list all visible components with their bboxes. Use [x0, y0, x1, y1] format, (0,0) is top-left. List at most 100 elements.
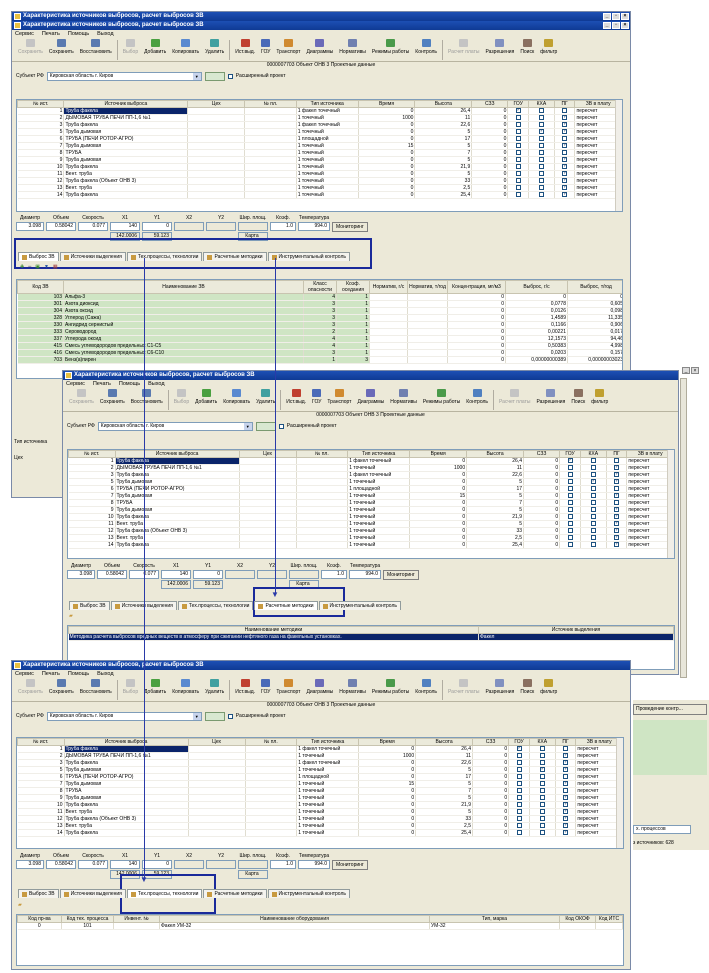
tab-0[interactable]: Выброс ЗВ: [18, 889, 59, 898]
table-row[interactable]: 9Труба дымовая1 точечный050пересчет: [17, 794, 623, 802]
table-row[interactable]: 6 ТРУБА (ПЕЧИ РОТОР-АГРО) 1 площадной 0 17 0 п…: [17, 135, 622, 143]
toolbar-button[interactable]: Расчет платы: [445, 38, 482, 56]
gou-checkbox[interactable]: [567, 486, 573, 492]
param-input[interactable]: 994.0: [349, 570, 381, 579]
param-input[interactable]: [174, 860, 204, 869]
kha-checkbox[interactable]: [539, 760, 545, 766]
param-input[interactable]: 140: [110, 860, 140, 869]
kha-checkbox[interactable]: [538, 150, 544, 156]
pg-checkbox[interactable]: [563, 760, 568, 766]
toolbar-button[interactable]: Сохранить: [46, 38, 77, 56]
param-input[interactable]: 0: [142, 222, 172, 231]
gou-checkbox[interactable]: [516, 767, 522, 773]
table-row[interactable]: 1Труба факела1 факел точечный026,40перес…: [17, 745, 623, 753]
table-row[interactable]: 12 Труба факела (Объект ОНВ 3) 1 точечный 0…: [17, 177, 622, 185]
toolbar-button[interactable]: Режимы работы: [369, 38, 412, 56]
restore-button[interactable]: ▫: [612, 13, 620, 20]
pg-checkbox[interactable]: [562, 129, 567, 135]
kha-checkbox[interactable]: [590, 458, 596, 464]
kha-checkbox[interactable]: [590, 535, 596, 541]
param-input[interactable]: [206, 222, 236, 231]
toolbar-button[interactable]: ГОУ: [258, 38, 273, 56]
table-row[interactable]: 304 Азота оксид 3 1 0 0,0126 0,098: [17, 307, 622, 315]
menu-help[interactable]: Помощь: [119, 380, 140, 388]
table-row[interactable]: 301 Азота диоксид 3 1 0 0,0778 0,605: [17, 300, 622, 308]
gou-checkbox[interactable]: [515, 136, 521, 142]
kha-checkbox[interactable]: [539, 802, 545, 808]
toolbar-button[interactable]: Восстановить: [77, 38, 115, 56]
gou-checkbox[interactable]: [515, 143, 521, 149]
param-input[interactable]: 1.0: [270, 222, 296, 231]
toolbar-button[interactable]: Добавить: [141, 678, 169, 696]
gou-checkbox[interactable]: [516, 788, 522, 794]
kha-checkbox[interactable]: [590, 479, 596, 485]
gou-checkbox[interactable]: [567, 514, 573, 520]
gou-checkbox[interactable]: [515, 192, 521, 198]
extended-project-checkbox[interactable]: [278, 423, 284, 429]
table-row[interactable]: 13Вент. труба1 точечный02,50пересчет: [68, 534, 674, 542]
menu-exit[interactable]: Выход: [97, 670, 113, 678]
kha-checkbox[interactable]: [590, 542, 596, 548]
table-row[interactable]: 12 Труба факела (Объект ОНВ 3) 1 точечный 0…: [68, 527, 674, 535]
table-row[interactable]: 337 Углерода оксид 4 1 0 12,1573 94,46: [17, 335, 622, 343]
table-row[interactable]: 3Труба факела1 факел точечный022,60перес…: [68, 471, 674, 479]
toolbar-button[interactable]: Расчет платы: [496, 388, 533, 406]
toolbar-button[interactable]: Режимы работы: [420, 388, 463, 406]
pg-checkbox[interactable]: [562, 192, 567, 198]
gou-checkbox[interactable]: [567, 500, 573, 506]
kha-checkbox[interactable]: [590, 493, 596, 499]
kha-checkbox[interactable]: [539, 781, 545, 787]
gou-checkbox[interactable]: [516, 746, 522, 752]
save-row-icon[interactable]: ▣: [35, 264, 40, 270]
toolbar-button[interactable]: Сохранить: [15, 678, 46, 696]
gou-checkbox[interactable]: [567, 507, 573, 513]
add-row-icon[interactable]: ✚: [20, 264, 24, 270]
kha-checkbox[interactable]: [590, 528, 596, 534]
folder-icon[interactable]: ▰: [18, 902, 22, 908]
toolbar-button[interactable]: Транспорт: [273, 678, 303, 696]
gou-checkbox[interactable]: [516, 781, 522, 787]
down-icon[interactable]: ▼: [44, 264, 49, 270]
toolbar-button[interactable]: Нормативы: [387, 388, 420, 406]
table-row[interactable]: 8 ТРУБА 1 точечный 0 7 0 пересчет: [17, 149, 622, 157]
gou-checkbox[interactable]: [567, 535, 573, 541]
table-row[interactable]: 703 Бенз(а)пирен 1 3 0 0,00000000389 0,0000000…: [17, 356, 622, 364]
close-button[interactable]: ×: [691, 367, 699, 374]
gou-checkbox[interactable]: [516, 753, 522, 759]
toolbar-button[interactable]: Добавить: [141, 38, 169, 56]
pg-checkbox[interactable]: [614, 472, 619, 478]
close-button[interactable]: ×: [621, 22, 629, 29]
process-select[interactable]: х. процессов: [633, 825, 691, 834]
kha-checkbox[interactable]: [590, 500, 596, 506]
kha-checkbox[interactable]: [539, 788, 545, 794]
monitoring-button[interactable]: Мониторинг: [332, 860, 368, 870]
menu-service[interactable]: Сервис: [15, 30, 34, 38]
toolbar-button[interactable]: Нормативы: [336, 678, 369, 696]
table-row[interactable]: 2 ДЫМОВАЯ ТРУБА ПЕЧИ ПП-1,6 №1 1 точечный 1…: [17, 114, 622, 122]
pg-checkbox[interactable]: [614, 507, 619, 513]
subject-select[interactable]: Кировская область г. Киров ▼: [97, 421, 253, 431]
table-row[interactable]: 9Труба дымовая1 точечный050пересчет: [17, 156, 622, 164]
toolbar-button[interactable]: Диаграммы: [303, 678, 336, 696]
toolbar-button[interactable]: Расчет платы: [445, 678, 482, 696]
table-row[interactable]: 416 Смесь углеводородов предельных С6-С10…: [17, 349, 622, 357]
toolbar-button[interactable]: Восстановить: [77, 678, 115, 696]
kha-checkbox[interactable]: [538, 178, 544, 184]
pg-checkbox[interactable]: [562, 157, 567, 163]
menu-print[interactable]: Печать: [42, 670, 60, 678]
param-input[interactable]: [206, 860, 236, 869]
tab-4[interactable]: Инструментальный контроль: [318, 601, 401, 610]
pg-checkbox[interactable]: [563, 774, 569, 780]
table-row[interactable]: 330 Ангидрид сернистый 3 1 0 0,1166 0,906: [17, 321, 622, 329]
table-row[interactable]: 6 ТРУБА (ПЕЧИ РОТОР-АГРО) 1 площадной 0 17 0 п…: [17, 773, 623, 781]
toolbar-button[interactable]: Контроль: [412, 38, 440, 56]
param-input[interactable]: 1.0: [321, 570, 347, 579]
param-input[interactable]: 0.58042: [97, 570, 127, 579]
pg-checkbox[interactable]: [562, 171, 567, 177]
gou-checkbox[interactable]: [516, 802, 522, 808]
table-row[interactable]: 2 ДЫМОВАЯ ТРУБА ПЕЧИ ПП-1,6 №1 1 точечный 1…: [68, 464, 674, 472]
gou-checkbox[interactable]: [515, 185, 521, 191]
kha-checkbox[interactable]: [538, 143, 544, 149]
table-row[interactable]: 3Труба факела1 факел точечный022,60перес…: [17, 121, 622, 129]
table-row[interactable]: 11Вент. труба1 точечный050пересчет: [68, 520, 674, 528]
